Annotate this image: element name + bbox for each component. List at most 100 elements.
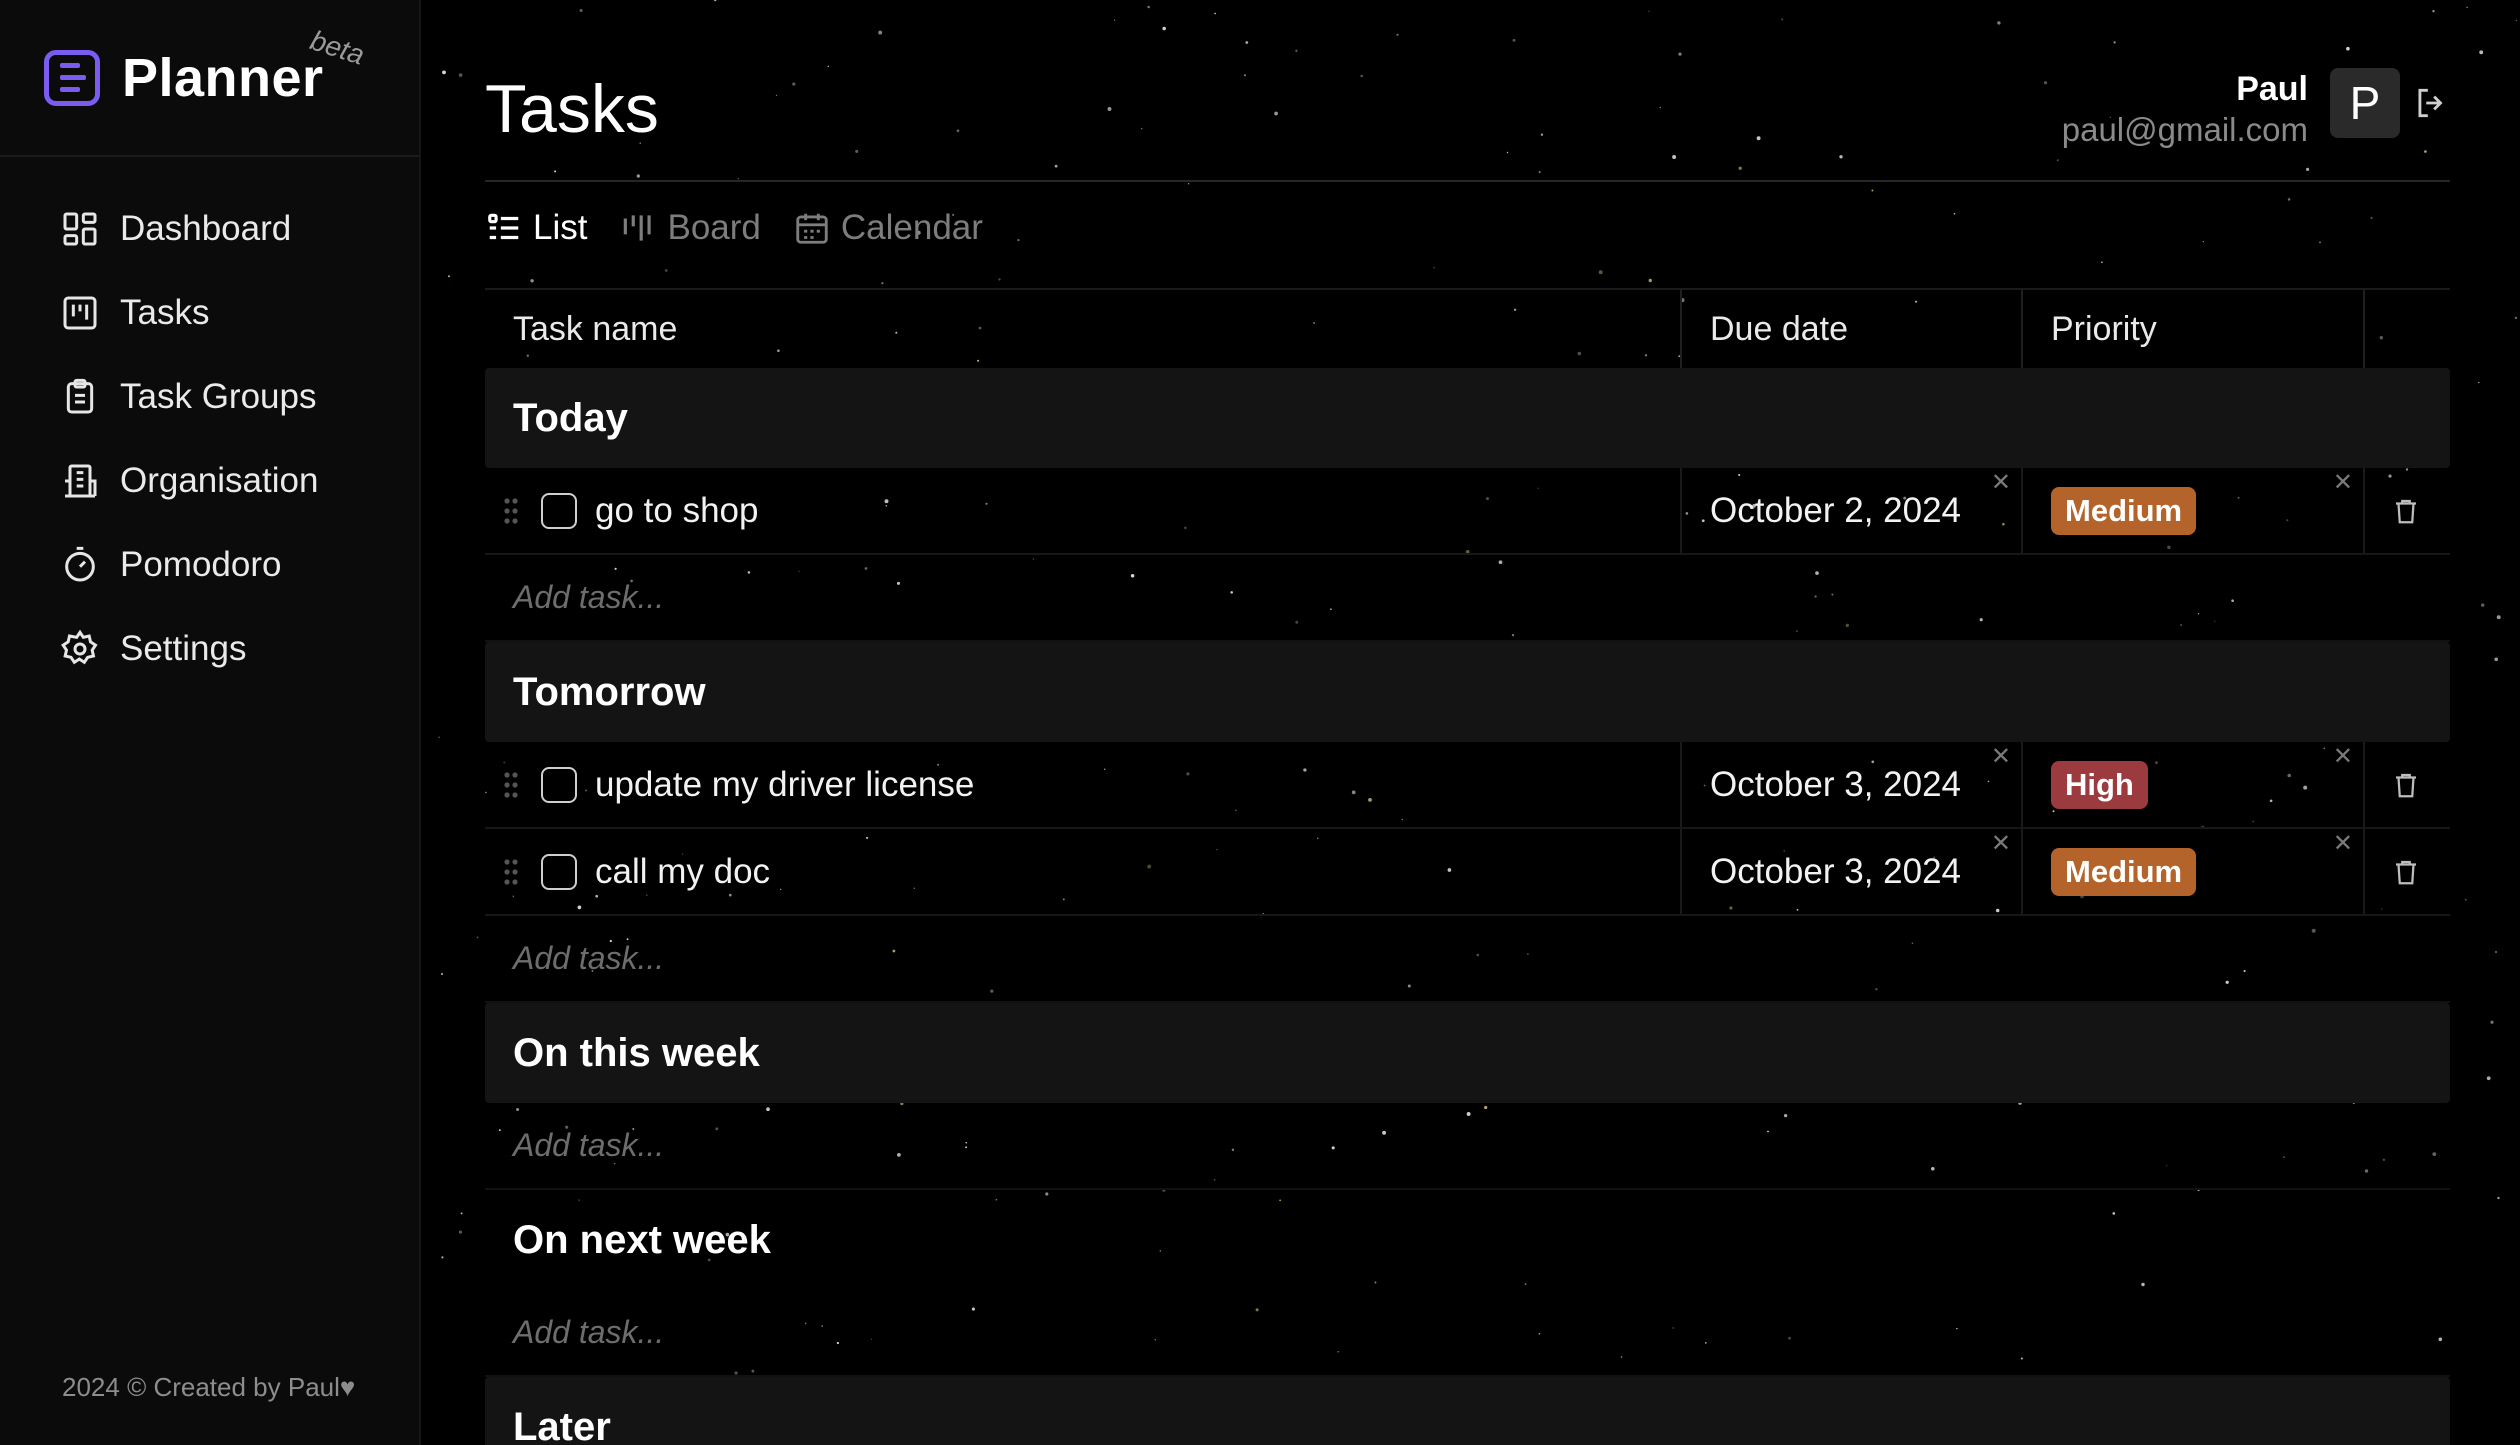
sidebar-item-label: Organisation (120, 461, 319, 500)
table-row[interactable]: update my driver license October 3, 2024… (485, 742, 2450, 829)
priority-badge: Medium (2051, 486, 2197, 535)
due-date-cell[interactable]: October 2, 2024 ✕ (1680, 468, 2021, 553)
user-name: Paul (2236, 70, 2308, 108)
clear-due-date-icon[interactable]: ✕ (1991, 829, 2011, 858)
building-icon (65, 464, 97, 498)
table-header: Task name Due date Priority (485, 288, 2450, 368)
column-header-priority[interactable]: Priority (2021, 290, 2363, 368)
star (476, 936, 479, 939)
task-checkbox[interactable] (541, 853, 577, 890)
tab-list[interactable]: List (485, 208, 587, 248)
dashboard-icon (63, 212, 97, 246)
due-date: October 3, 2024 (1710, 851, 1961, 891)
sidebar-item-label: Pomodoro (120, 545, 282, 584)
main-content: Tasks Paul paul@gmail.com P List Board C… (485, 0, 2450, 1445)
header-divider (485, 180, 2450, 182)
column-header-due-date[interactable]: Due date (1680, 290, 2021, 368)
tab-label: Calendar (840, 208, 983, 247)
task-name[interactable]: call my doc (595, 852, 770, 892)
avatar[interactable]: P (2330, 68, 2400, 138)
star (2486, 1076, 2491, 1081)
star (460, 1212, 463, 1215)
footer-credit: 2024 © Created by Paul♥ (62, 1372, 356, 1402)
tab-board[interactable]: Board (619, 208, 761, 248)
group-header-later[interactable]: Later (485, 1377, 2450, 1445)
clipboard-list-icon (66, 378, 94, 414)
trash-icon[interactable] (2391, 770, 2421, 800)
page-title: Tasks (485, 71, 659, 147)
add-task-input[interactable]: Add task... (485, 1103, 2450, 1190)
star (441, 1256, 444, 1259)
user-email: paul@gmail.com (2061, 111, 2308, 148)
group-header-tomorrow[interactable]: Tomorrow (485, 642, 2450, 742)
star (2466, 6, 2468, 9)
sidebar-nav: Dashboard Tasks Task Groups Organisation… (0, 187, 419, 691)
sidebar-item-organisation[interactable]: Organisation (0, 439, 419, 523)
planner-logo-icon (44, 49, 100, 106)
star (2495, 951, 2497, 953)
sidebar-item-pomodoro[interactable]: Pomodoro (0, 523, 419, 607)
tab-label: Board (667, 208, 761, 247)
tab-calendar[interactable]: Calendar (793, 208, 983, 248)
group-header-today[interactable]: Today (485, 368, 2450, 468)
add-task-input[interactable]: Add task... (485, 916, 2450, 1003)
drag-handle-icon[interactable] (503, 496, 519, 526)
timer-icon (65, 546, 95, 582)
clear-priority-icon[interactable]: ✕ (2333, 829, 2353, 858)
group-header-this-week[interactable]: On this week (485, 1003, 2450, 1103)
drag-handle-icon[interactable] (503, 857, 519, 887)
trash-icon[interactable] (2391, 496, 2421, 526)
star (438, 736, 440, 739)
priority-cell[interactable]: Medium ✕ (2021, 468, 2363, 553)
due-date: October 2, 2024 (1710, 490, 1961, 530)
star (442, 70, 446, 75)
sidebar-item-tasks[interactable]: Tasks (0, 271, 419, 355)
logout-icon[interactable] (2412, 84, 2450, 122)
due-date: October 3, 2024 (1710, 764, 1961, 804)
sidebar-item-task-groups[interactable]: Task Groups (0, 355, 419, 439)
add-task-input[interactable]: Add task... (485, 1290, 2450, 1377)
column-header-actions (2363, 290, 2450, 368)
clear-due-date-icon[interactable]: ✕ (1991, 468, 2011, 497)
task-checkbox[interactable] (541, 766, 577, 803)
table-row[interactable]: call my doc October 3, 2024 ✕ Medium ✕ (485, 829, 2450, 916)
clear-due-date-icon[interactable]: ✕ (1991, 742, 2011, 771)
group-header-next-week[interactable]: On next week (485, 1190, 2450, 1290)
table-row[interactable]: go to shop October 2, 2024 ✕ Medium ✕ (485, 468, 2450, 555)
calendar-icon (796, 213, 828, 244)
star (2490, 1020, 2494, 1024)
task-table: Task name Due date Priority Today go to … (485, 288, 2450, 1445)
task-checkbox[interactable] (541, 492, 577, 529)
star (2494, 657, 2499, 662)
sidebar-item-label: Dashboard (120, 209, 292, 248)
tab-label: List (533, 208, 588, 247)
priority-cell[interactable]: Medium ✕ (2021, 829, 2363, 914)
clear-priority-icon[interactable]: ✕ (2333, 468, 2353, 497)
board-icon (624, 215, 652, 241)
view-switcher: List Board Calendar (485, 208, 983, 248)
sidebar: Planner beta Dashboard Tasks Task Groups… (0, 0, 421, 1445)
sidebar-item-settings[interactable]: Settings (0, 607, 419, 691)
star (458, 1230, 463, 1234)
logo[interactable]: Planner beta (0, 0, 419, 157)
task-name[interactable]: go to shop (595, 491, 758, 531)
sidebar-item-dashboard[interactable]: Dashboard (0, 187, 419, 271)
star (458, 73, 463, 77)
sidebar-item-label: Tasks (120, 293, 210, 332)
clear-priority-icon[interactable]: ✕ (2333, 742, 2353, 771)
star (2480, 603, 2485, 607)
priority-cell[interactable]: High ✕ (2021, 742, 2363, 827)
add-task-input[interactable]: Add task... (485, 555, 2450, 642)
star (447, 275, 450, 278)
drag-handle-icon[interactable] (503, 770, 519, 800)
trash-icon[interactable] (2391, 857, 2421, 887)
app-name: Planner (122, 47, 324, 108)
star (2496, 615, 2501, 620)
due-date-cell[interactable]: October 3, 2024 ✕ (1680, 829, 2021, 914)
star (2478, 381, 2480, 384)
due-date-cell[interactable]: October 3, 2024 ✕ (1680, 742, 2021, 827)
priority-badge: High (2051, 760, 2148, 809)
star (2515, 19, 2518, 22)
column-header-task-name[interactable]: Task name (485, 310, 1680, 349)
task-name[interactable]: update my driver license (595, 765, 974, 805)
